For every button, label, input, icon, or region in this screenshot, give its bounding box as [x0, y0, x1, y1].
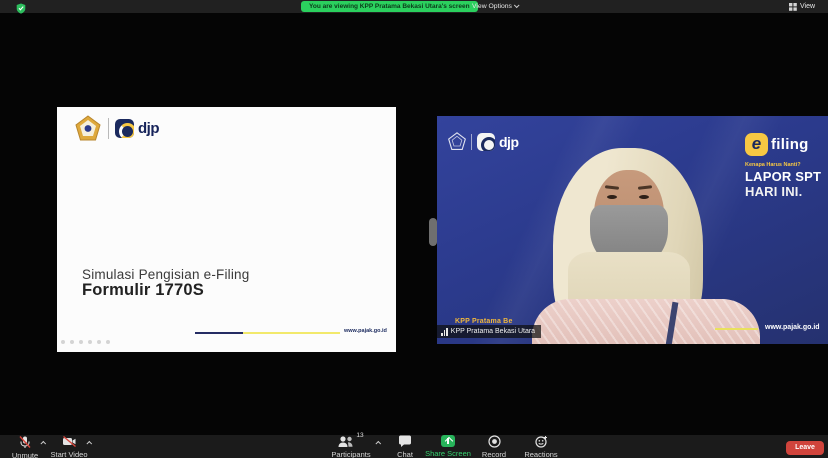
tagline-question: Kenapa Harus Nanti? — [745, 162, 801, 168]
reactions-icon — [535, 435, 548, 448]
shared-screen-stage: djp Simulasi Pengisian e-Filing Formulir… — [0, 13, 828, 435]
meeting-toolbar: Unmute Start Video 13 Participa — [0, 435, 828, 458]
reactions-button[interactable]: Reactions — [522, 435, 560, 458]
screen-viewing-banner: You are viewing KPP Pratama Bekasi Utara… — [301, 1, 478, 12]
presentation-slide: djp Simulasi Pengisian e-Filing Formulir… — [57, 107, 396, 352]
eye — [607, 195, 617, 199]
kemenkeu-logo-icon — [75, 115, 101, 142]
participants-count: 13 — [356, 432, 363, 439]
slide-footer-rule-navy — [195, 332, 243, 334]
video-off-icon — [62, 435, 77, 448]
djp-logo-text: djp — [138, 120, 159, 137]
slide-title-line2: Formulir 1770S — [82, 281, 204, 300]
panel-resize-handle[interactable] — [429, 218, 437, 246]
logo-divider — [108, 118, 109, 139]
chevron-down-icon — [514, 2, 520, 8]
tile-website-rule — [715, 328, 758, 330]
kemenkeu-logo-outline-icon — [448, 132, 466, 151]
tagline-line1: LAPOR SPT — [745, 169, 821, 184]
djp-logo-icon — [115, 119, 134, 138]
eye — [639, 195, 649, 199]
mic-muted-icon — [18, 435, 32, 449]
logo-divider — [471, 134, 472, 150]
view-button[interactable]: View — [789, 1, 815, 12]
slide-title-line1: Simulasi Pengisian e-Filing — [82, 267, 249, 282]
participant-nametag: KPP Pratama Bekasi Utara — [437, 325, 541, 338]
participants-button[interactable]: 13 Participants — [329, 435, 373, 458]
efiling-logo: e filing — [745, 133, 809, 156]
slide-footer-rule-yellow — [243, 332, 340, 334]
participants-icon — [338, 435, 355, 448]
leave-button[interactable]: Leave — [786, 441, 824, 455]
meeting-top-bar: You are viewing KPP Pratama Bekasi Utara… — [0, 0, 828, 13]
tile-website-text: www.pajak.go.id — [765, 324, 820, 331]
video-options-caret[interactable] — [86, 441, 92, 447]
record-icon — [488, 435, 501, 448]
djp-logo-icon — [477, 133, 495, 151]
tile-brand-logos: djp — [448, 132, 519, 151]
chat-icon — [398, 435, 412, 448]
backdrop-office-name: KPP Pratama Be — [455, 318, 513, 325]
speaker-video-tile[interactable]: djp e filing Kenapa Harus Nanti? LAPOR S… — [437, 116, 828, 344]
encryption-shield-icon[interactable] — [16, 1, 26, 19]
unmute-button[interactable]: Unmute — [8, 435, 42, 458]
djp-logo-text: djp — [499, 134, 519, 150]
record-button[interactable]: Record — [477, 435, 511, 458]
share-screen-button[interactable]: Share Screen — [425, 435, 471, 458]
audio-level-icon — [441, 328, 448, 336]
efiling-e-icon: e — [745, 133, 768, 156]
view-options-button[interactable]: View Options — [472, 0, 518, 13]
grid-view-icon — [789, 3, 797, 11]
shoulders — [532, 299, 760, 344]
slide-brand-logos: djp — [75, 113, 159, 143]
tagline-line2: HARI INI. — [745, 184, 802, 199]
start-video-button[interactable]: Start Video — [52, 435, 86, 458]
slide-website-text: www.pajak.go.id — [344, 328, 387, 334]
participants-options-caret[interactable] — [375, 441, 381, 447]
social-icons-row — [61, 340, 110, 344]
share-screen-icon — [441, 435, 455, 447]
chat-button[interactable]: Chat — [388, 435, 422, 458]
zoom-meeting-window: You are viewing KPP Pratama Bekasi Utara… — [0, 0, 828, 458]
